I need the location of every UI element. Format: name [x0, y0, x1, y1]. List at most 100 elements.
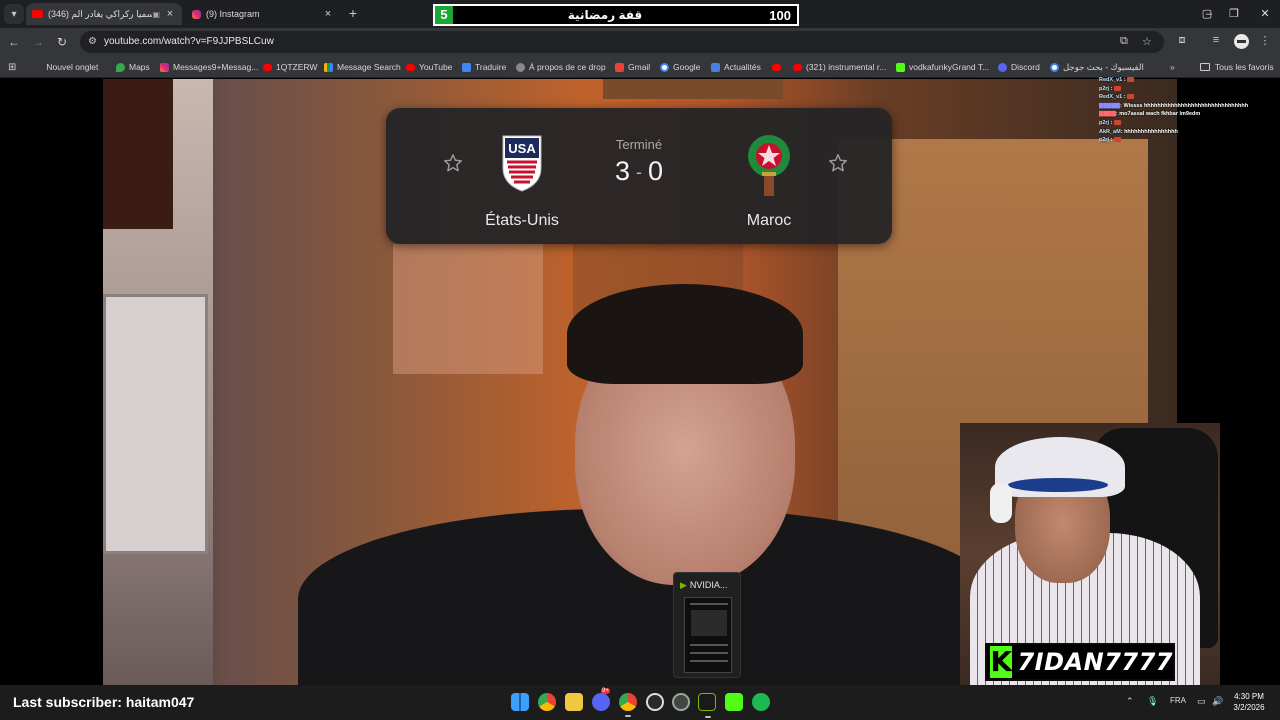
chart-icon [324, 62, 333, 72]
bookmark-instrumental[interactable]: (321) instrumental r... [793, 60, 886, 74]
bookmark-vodkafunky[interactable]: vodkafunkyGrand T... [896, 60, 989, 74]
bookmarks-bar: ⊞ Nouvel onglet Maps Messages9+Messag...… [0, 56, 1280, 78]
youtube-icon [32, 10, 43, 18]
streamer-name: 7IDAN7777 [1017, 648, 1173, 676]
translate-icon [462, 62, 471, 72]
bookmark-maps[interactable]: Maps [116, 60, 150, 74]
game-icon[interactable] [672, 693, 690, 711]
youtube-icon [263, 63, 272, 71]
picture-in-picture-icon: ▣ [152, 9, 160, 19]
profile-avatar-icon[interactable] [1234, 34, 1249, 49]
youtube-icon [793, 63, 802, 71]
chat-user: RedX_v1 [1099, 77, 1123, 83]
spotify-icon[interactable] [752, 693, 770, 711]
bookmark-discord[interactable]: Discord [998, 60, 1040, 74]
bookmark-label: Discord [1011, 62, 1040, 72]
tray-expand-icon[interactable]: ⌃ [1126, 696, 1134, 707]
whiteboard [103, 294, 208, 554]
kebab-menu-icon[interactable]: ⋮ [1257, 34, 1273, 47]
maps-pin-icon[interactable] [646, 693, 664, 711]
morocco-crest-icon [748, 135, 790, 196]
extensions-icon[interactable]: ⧈ [1174, 34, 1190, 47]
bookmark-youtube-2[interactable] [772, 60, 785, 74]
back-icon[interactable]: ← [6, 34, 22, 50]
microphone-icon[interactable]: 🎙 [1147, 696, 1158, 707]
windows-start-icon[interactable] [511, 693, 529, 711]
media-controls-icon[interactable]: ≡ [1208, 34, 1224, 46]
tab-title: (9) Instagram [206, 9, 260, 19]
system-clock[interactable]: 4:30 PM 3/2/2026 [1228, 691, 1270, 713]
bookmark-actualites[interactable]: Actualités [711, 60, 761, 74]
reload-icon[interactable]: ↻ [54, 34, 70, 50]
emote-icon [1113, 85, 1121, 91]
bookmark-google[interactable]: Google [660, 60, 700, 74]
bookmark-nouvel-onglet[interactable]: ⊞ Nouvel onglet [8, 60, 98, 74]
chat-text: : hhhhhhhhhhhhhhhh [1120, 128, 1178, 135]
file-explorer-icon[interactable] [565, 693, 583, 711]
bookmark-star-icon[interactable]: ☆ [1142, 35, 1152, 48]
discord-badge: 9+ [601, 688, 610, 694]
apps-icon: ⊞ [8, 61, 17, 73]
chrome-alt-icon[interactable] [619, 693, 637, 717]
bookmark-gmail[interactable]: Gmail [615, 60, 650, 74]
nvidia-taskbar-icon[interactable] [698, 693, 716, 718]
match-score-card: USA Terminé 3-0 États-Unis Maroc [386, 108, 892, 244]
chat-message: p2rj : [1099, 119, 1259, 128]
bookmark-label: Nouvel onglet [46, 62, 99, 72]
bookmark-message-search[interactable]: Message Search [324, 60, 401, 74]
kick-taskbar-icon[interactable] [725, 693, 743, 711]
bookmark-label: Traduire [475, 62, 507, 72]
presenter-hair [567, 284, 803, 384]
new-tab-button[interactable]: + [345, 5, 361, 21]
chat-text: : mo7assal wach fkhbar lm9edm [1115, 111, 1201, 118]
discord-icon[interactable]: 9+ [592, 688, 610, 711]
bookmark-traduire[interactable]: Traduire [462, 60, 506, 74]
shelf [603, 79, 783, 99]
kick-username-badge: K 7IDAN7777 [985, 643, 1175, 681]
banner-title: قفة رمضانية [567, 8, 643, 22]
minimize-icon[interactable]: – [1200, 5, 1218, 23]
folder-icon [1200, 63, 1210, 71]
tab-youtube[interactable]: (346) رسميا ركراكي يغادر الم... ▣ × [26, 3, 182, 25]
banner-left-value: 5 [435, 6, 453, 24]
close-window-icon[interactable]: ✕ [1256, 5, 1274, 23]
more-bookmarks-icon[interactable]: » [1170, 60, 1175, 74]
site-info-icon[interactable]: ⚙ [88, 36, 97, 47]
home-team-name: États-Unis [485, 212, 559, 229]
chrome-icon[interactable] [538, 693, 556, 711]
bookmark-label: YouTube [419, 62, 453, 72]
close-tab-icon[interactable]: × [322, 8, 334, 20]
bookmark-facebook-search[interactable]: الفيسبوك - بحث جوجل [1050, 60, 1144, 74]
language-indicator[interactable]: FRA [1170, 696, 1186, 705]
forward-icon[interactable]: → [30, 34, 46, 50]
maximize-icon[interactable]: ❐ [1225, 5, 1243, 23]
bookmark-a-propos[interactable]: À propos de ce drop [516, 60, 606, 74]
score-separator: - [636, 162, 642, 183]
close-tab-icon[interactable]: × [164, 8, 176, 20]
bookmark-1qtzerw[interactable]: 1QTZERW [263, 60, 317, 74]
favorite-star-icon-away[interactable] [827, 152, 849, 174]
windows-taskbar: Last subscriber: haitam047 9+ ⌃ 🎙 FRA ▭ … [0, 685, 1280, 720]
banner-right-value: 100 [769, 7, 791, 23]
taskbar-window-preview[interactable]: ▶ NVIDIA... [673, 572, 741, 678]
address-bar[interactable]: ⚙ youtube.com/watch?v=F9JJPBSLCuw ⧉ ☆ [80, 31, 1164, 53]
match-score: 3-0 [589, 156, 689, 187]
all-bookmarks[interactable]: Tous les favoris [1200, 60, 1274, 74]
emote-icon [1127, 77, 1135, 83]
news-icon [711, 62, 720, 72]
tab-search-icon[interactable]: ▾ [4, 4, 24, 24]
bookmark-messages[interactable]: Messages9+Messag... [160, 60, 258, 74]
youtube-icon [406, 63, 415, 71]
network-icon[interactable]: ▭ [1197, 696, 1206, 707]
chat-message: AkR_aM: hhhhhhhhhhhhhhhh [1099, 128, 1259, 137]
clock-time: 4:30 PM [1234, 692, 1264, 701]
volume-icon[interactable]: 🔊 [1212, 696, 1223, 707]
bookmark-label: Messages9+Messag... [173, 62, 259, 72]
cast-icon[interactable]: ⧉ [1120, 35, 1128, 48]
favorite-star-icon-home[interactable] [442, 152, 464, 174]
home-score: 3 [614, 156, 630, 186]
bookmark-youtube[interactable]: YouTube [406, 60, 452, 74]
chat-user: p2rj [1099, 85, 1110, 92]
letterbox-left [0, 79, 103, 685]
tab-instagram[interactable]: (9) Instagram × [186, 3, 340, 25]
